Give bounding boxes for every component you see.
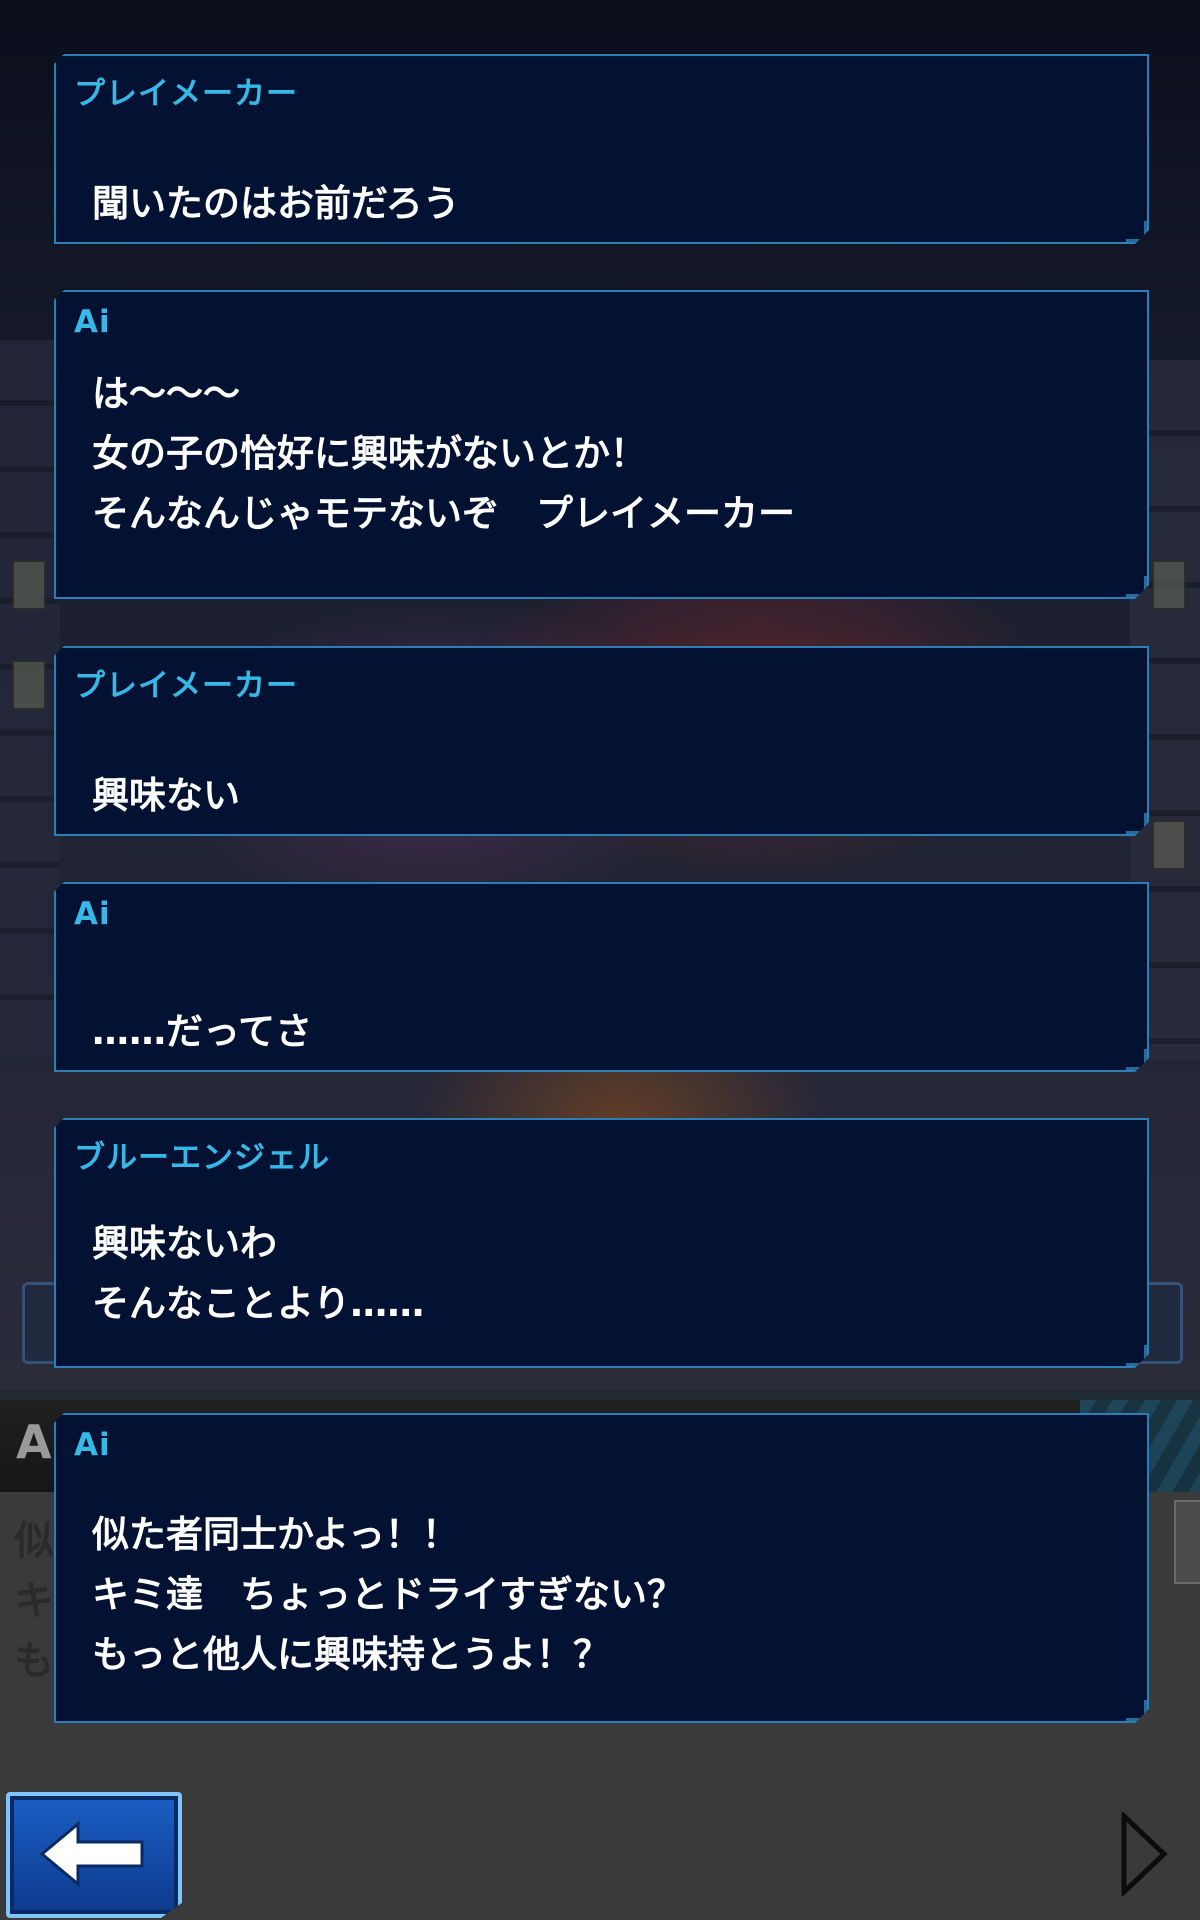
log-entry: Ai 似た者同士かよっ！！ キミ達 ちょっとドライすぎない？ もっと他人に興味持… <box>54 1413 1149 1723</box>
dialogue-line: 興味ない <box>92 774 240 817</box>
dialogue-line: は～～～ <box>92 372 240 415</box>
background-window <box>12 560 46 610</box>
dialogue-line: 興味ないわ <box>92 1222 277 1265</box>
dialogue-text: 興味ない <box>92 766 240 826</box>
dialogue-text: 似た者同士かよっ！！ キミ達 ちょっとドライすぎない？ もっと他人に興味持とうよ… <box>92 1505 684 1685</box>
underlying-window-topbar <box>0 1390 1200 1400</box>
underlying-speaker-name: A <box>16 1415 52 1469</box>
dialogue-text: 興味ないわ そんなことより…… <box>92 1214 424 1334</box>
underlying-text-line: 似 <box>14 1518 54 1564</box>
dialogue-line: 似た者同士かよっ！！ <box>92 1513 460 1556</box>
underlying-text-line: も <box>14 1638 54 1684</box>
dialogue-text: は～～～ 女の子の恰好に興味がないとか！ そんなんじゃモテないぞ プレイメーカー <box>92 364 795 544</box>
speaker-name: Ai <box>74 1427 111 1463</box>
dialogue-line: 聞いたのはお前だろう <box>92 182 460 225</box>
underlying-side-tab <box>1174 1500 1200 1584</box>
speaker-name: Ai <box>74 304 111 340</box>
back-arrow-icon <box>39 1820 144 1888</box>
speaker-name: プレイメーカー <box>74 668 298 704</box>
dialogue-text: 聞いたのはお前だろう <box>92 174 460 234</box>
dialogue-text: ……だってさ <box>92 1002 312 1062</box>
dialogue-line: もっと他人に興味持とうよ！？ <box>92 1633 610 1676</box>
background-window <box>1152 560 1186 610</box>
dialogue-line: キミ達 ちょっとドライすぎない？ <box>92 1573 684 1616</box>
background-window <box>1152 820 1186 870</box>
back-button[interactable] <box>6 1792 182 1918</box>
dialogue-line: ……だってさ <box>92 1010 313 1053</box>
log-entry: Ai ……だってさ <box>54 882 1149 1072</box>
speaker-name: ブルーエンジェル <box>74 1140 330 1176</box>
log-entry: Ai は～～～ 女の子の恰好に興味がないとか！ そんなんじゃモテないぞ プレイメ… <box>54 290 1149 599</box>
speaker-name: Ai <box>74 896 111 932</box>
dialogue-line: そんなんじゃモテないぞ プレイメーカー <box>92 492 795 535</box>
underlying-text-line: キ <box>14 1578 54 1624</box>
speaker-name: プレイメーカー <box>74 76 298 112</box>
dialogue-line: そんなことより…… <box>92 1282 425 1325</box>
log-entry: プレイメーカー 興味ない <box>54 646 1149 836</box>
dialogue-line: 女の子の恰好に興味がないとか！ <box>92 432 647 475</box>
log-entry: プレイメーカー 聞いたのはお前だろう <box>54 54 1149 244</box>
next-triangle-icon[interactable] <box>1118 1812 1168 1896</box>
log-entry: ブルーエンジェル 興味ないわ そんなことより…… <box>54 1118 1149 1368</box>
background-window <box>12 660 46 710</box>
